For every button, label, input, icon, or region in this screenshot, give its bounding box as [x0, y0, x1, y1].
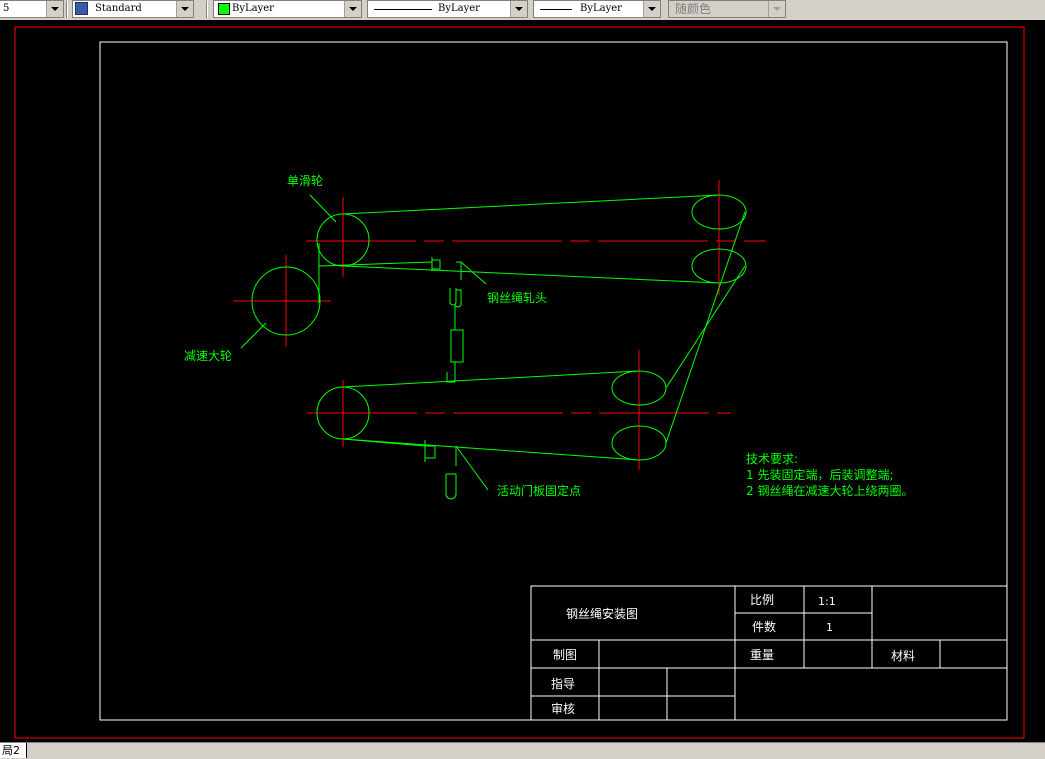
toolbar-separator: [206, 1, 208, 18]
layer-value: 5: [3, 3, 10, 14]
layout-tabs-bar: 局2: [0, 742, 1045, 759]
label-rope-clamp: 钢丝绳轧头: [487, 291, 547, 305]
plot-style-value: 随颜色: [675, 2, 712, 16]
drawing-border: [99, 41, 1008, 721]
weight-label: 重量: [750, 648, 774, 662]
title-block-text: 钢丝绳安装图 比例 1:1 件数 1 重量 材料 制图 指导 审核: [551, 593, 915, 716]
color-swatch-icon: [218, 3, 230, 15]
chevron-down-icon[interactable]: [344, 1, 361, 17]
color-value: ByLayer: [232, 3, 274, 14]
linetype-value: ByLayer: [438, 3, 480, 14]
centerlines: [233, 180, 766, 470]
text-style-icon: [75, 2, 88, 15]
scale-label: 比例: [750, 593, 774, 607]
linetype-preview-icon: [374, 9, 432, 10]
chevron-down-icon[interactable]: [176, 1, 193, 17]
guide-label: 指导: [551, 676, 575, 691]
layout-tab[interactable]: 局2: [0, 743, 27, 758]
layout-drawing: 单滑轮 钢丝绳轧头 减速大轮 活动门板固定点 技术要求: 1 先装固定端，后装调…: [14, 26, 1025, 739]
label-door-fixed-point: 活动门板固定点: [497, 483, 581, 498]
chevron-down-icon: [768, 1, 785, 17]
properties-toolbar: 5 Standard ByLayer ByLayer ByLayer 随颜色: [0, 0, 1045, 21]
count-value: 1: [826, 621, 833, 634]
drawing-labels: 单滑轮 钢丝绳轧头 减速大轮 活动门板固定点 技术要求: 1 先装固定端，后装调…: [184, 174, 913, 498]
count-label: 件数: [752, 619, 776, 634]
drawn-label: 制图: [553, 648, 577, 662]
chevron-down-icon[interactable]: [643, 1, 660, 17]
review-label: 审核: [551, 701, 575, 716]
drawing-name: 钢丝绳安装图: [566, 606, 638, 621]
drawing-canvas[interactable]: 单滑轮 钢丝绳轧头 减速大轮 活动门板固定点 技术要求: 1 先装固定端，后装调…: [0, 20, 1045, 742]
lineweight-preview-icon: [540, 9, 572, 10]
toolbar-separator: [66, 1, 68, 18]
chevron-down-icon[interactable]: [510, 1, 527, 17]
material-label: 材料: [891, 649, 915, 663]
tech-requirements-line2: 2 钢丝绳在减速大轮上绕两圈。: [746, 484, 913, 498]
lineweight-value: ByLayer: [580, 3, 622, 14]
plot-style-dropdown: 随颜色: [668, 0, 786, 18]
tech-requirements-title: 技术要求:: [746, 452, 798, 466]
layer-dropdown[interactable]: 5: [0, 0, 64, 18]
tech-requirements-line1: 1 先装固定端，后装调整端;: [746, 467, 894, 482]
scale-value: 1:1: [818, 595, 836, 608]
color-dropdown[interactable]: ByLayer: [213, 0, 362, 18]
label-reducer-wheel: 减速大轮: [184, 349, 232, 363]
lineweight-dropdown[interactable]: ByLayer: [533, 0, 661, 18]
chevron-down-icon[interactable]: [46, 1, 63, 17]
layout-frame: [14, 26, 1025, 739]
text-style-dropdown[interactable]: Standard: [72, 0, 194, 18]
label-single-pulley: 单滑轮: [287, 174, 323, 188]
linetype-dropdown[interactable]: ByLayer: [367, 0, 528, 18]
text-style-value: Standard: [95, 3, 142, 14]
